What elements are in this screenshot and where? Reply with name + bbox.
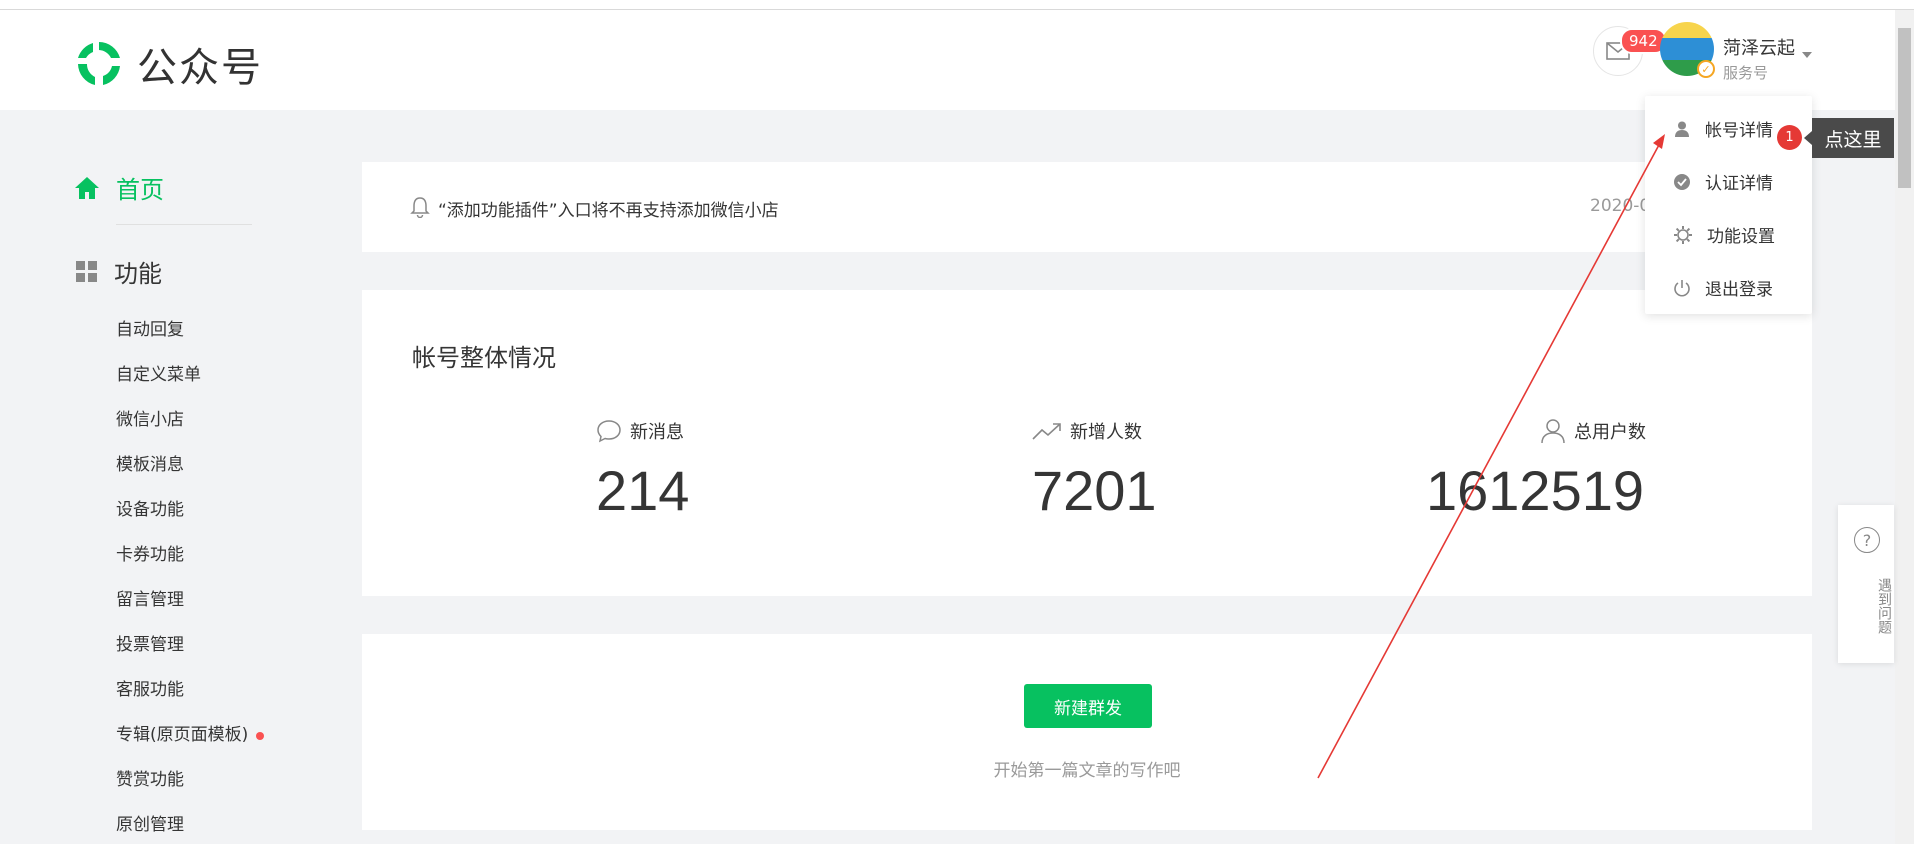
sidebar-item-label: 客服功能 [116,680,184,700]
sidebar-item-customer-service[interactable]: 客服功能 [116,668,264,713]
stat-new-messages[interactable]: 新消息 214 [596,418,689,523]
help-widget[interactable]: ? 遇到问题 [1838,505,1894,663]
power-icon [1674,279,1690,296]
new-dot-indicator [256,731,265,740]
stat-total-users[interactable]: 总用户数 1612519 [1426,418,1646,523]
trend-up-icon [1032,423,1061,440]
sidebar-item-home[interactable]: 首页 [74,170,164,205]
notice-card: “添加功能插件”入口将不再支持添加微信小店 2020-0 [362,162,1812,252]
account-type: 服务号 [1723,64,1769,82]
compose-hint: 开始第一篇文章的写作吧 [993,761,1181,781]
logo-title: 公众号 [137,45,263,91]
wechat-logo[interactable]: 公众号 [73,35,263,93]
sidebar-item-album[interactable]: 专辑(原页面模板) [116,713,265,758]
step-number-badge: 1 [1777,125,1802,150]
sidebar-function-label: 功能 [114,260,162,288]
sidebar-item-wechat-store[interactable]: 微信小店 [116,398,264,443]
account-overview-card: 帐号整体情况 新消息 214 新增人数 7201 总用户数 1612519 [362,290,1812,596]
chat-bubble-icon [597,420,621,443]
question-icon: ? [1854,527,1880,553]
new-mass-send-button[interactable]: 新建群发 [1024,684,1152,728]
sidebar-item-label: 留言管理 [116,590,184,610]
sidebar-item-label: 自动回复 [116,320,184,340]
help-text: 遇到问题 [1876,578,1892,634]
chevron-down-icon[interactable] [1802,52,1812,58]
sidebar-item-coupon[interactable]: 卡券功能 [116,533,264,578]
notice-link[interactable]: “添加功能插件”入口将不再支持添加微信小店 [438,196,779,221]
sidebar-item-template-message[interactable]: 模板消息 [116,443,264,488]
verified-badge-icon: ✓ [1697,60,1715,78]
sidebar-item-function[interactable]: 功能 [76,254,162,289]
stat-new-followers[interactable]: 新增人数 7201 [1032,418,1157,523]
gear-icon [1674,225,1692,244]
menu-item-label: 功能设置 [1707,227,1775,247]
sidebar-item-label: 设备功能 [116,500,184,520]
sidebar-item-label: 微信小店 [116,410,184,430]
wechat-mp-logo-icon [78,42,120,85]
scrollbar-thumb[interactable] [1898,28,1911,188]
sidebar-item-vote[interactable]: 投票管理 [116,623,264,668]
sidebar-item-original[interactable]: 原创管理 [116,803,264,844]
sidebar-item-reward[interactable]: 赞赏功能 [116,758,264,803]
sidebar-item-comments[interactable]: 留言管理 [116,578,264,623]
menu-item-verification[interactable]: 认证详情 [1673,169,1773,194]
sidebar-item-device[interactable]: 设备功能 [116,488,264,533]
stat-value: 7201 [1032,459,1157,522]
stat-label: 新增人数 [1070,422,1142,443]
verified-check-icon [1674,173,1690,190]
menu-item-logout[interactable]: 退出登录 [1673,275,1773,300]
user-icon [1541,419,1565,444]
sidebar-item-label: 模板消息 [116,455,184,475]
sidebar-item-label: 原创管理 [116,815,184,835]
sidebar-item-label: 专辑(原页面模板) [116,725,249,745]
sidebar-item-custom-menu[interactable]: 自定义菜单 [116,353,264,398]
mass-send-card: 新建群发 开始第一篇文章的写作吧 [362,634,1812,830]
menu-item-label: 帐号详情 [1705,121,1773,141]
menu-item-label: 退出登录 [1705,280,1773,300]
stat-value: 1612519 [1426,459,1645,522]
sidebar-item-label: 自定义菜单 [116,365,201,385]
menu-item-settings[interactable]: 功能设置 [1673,222,1775,247]
account-name[interactable]: 菏泽云起 [1723,34,1795,60]
user-icon [1675,121,1689,137]
sidebar-item-auto-reply[interactable]: 自动回复 [116,308,264,353]
stat-value: 214 [596,459,690,522]
stat-label: 新消息 [630,422,684,443]
home-icon [75,176,99,199]
menu-item-label: 认证详情 [1705,174,1773,194]
sidebar-item-label: 卡券功能 [116,545,184,565]
bell-icon [410,197,430,218]
menu-item-account-details[interactable]: 帐号详情 [1673,116,1773,141]
grid-icon [76,260,97,282]
click-here-tooltip: 点这里 [1804,118,1894,158]
sidebar-home-label: 首页 [116,176,164,204]
overview-title: 帐号整体情况 [412,344,556,372]
browser-top-edge [0,0,1914,10]
notice-date: 2020-0 [1590,196,1651,216]
sidebar-item-label: 投票管理 [116,635,184,655]
sidebar-submenu: 自动回复 自定义菜单 微信小店 模板消息 设备功能 卡券功能 留言管理 投票管理… [116,308,265,844]
sidebar: 首页 功能 自动回复 自定义菜单 微信小店 模板消息 设备功能 卡券功能 留言管… [0,110,330,844]
sidebar-divider [116,224,252,225]
sidebar-item-label: 赞赏功能 [116,770,184,790]
stat-label: 总用户数 [1574,422,1646,443]
